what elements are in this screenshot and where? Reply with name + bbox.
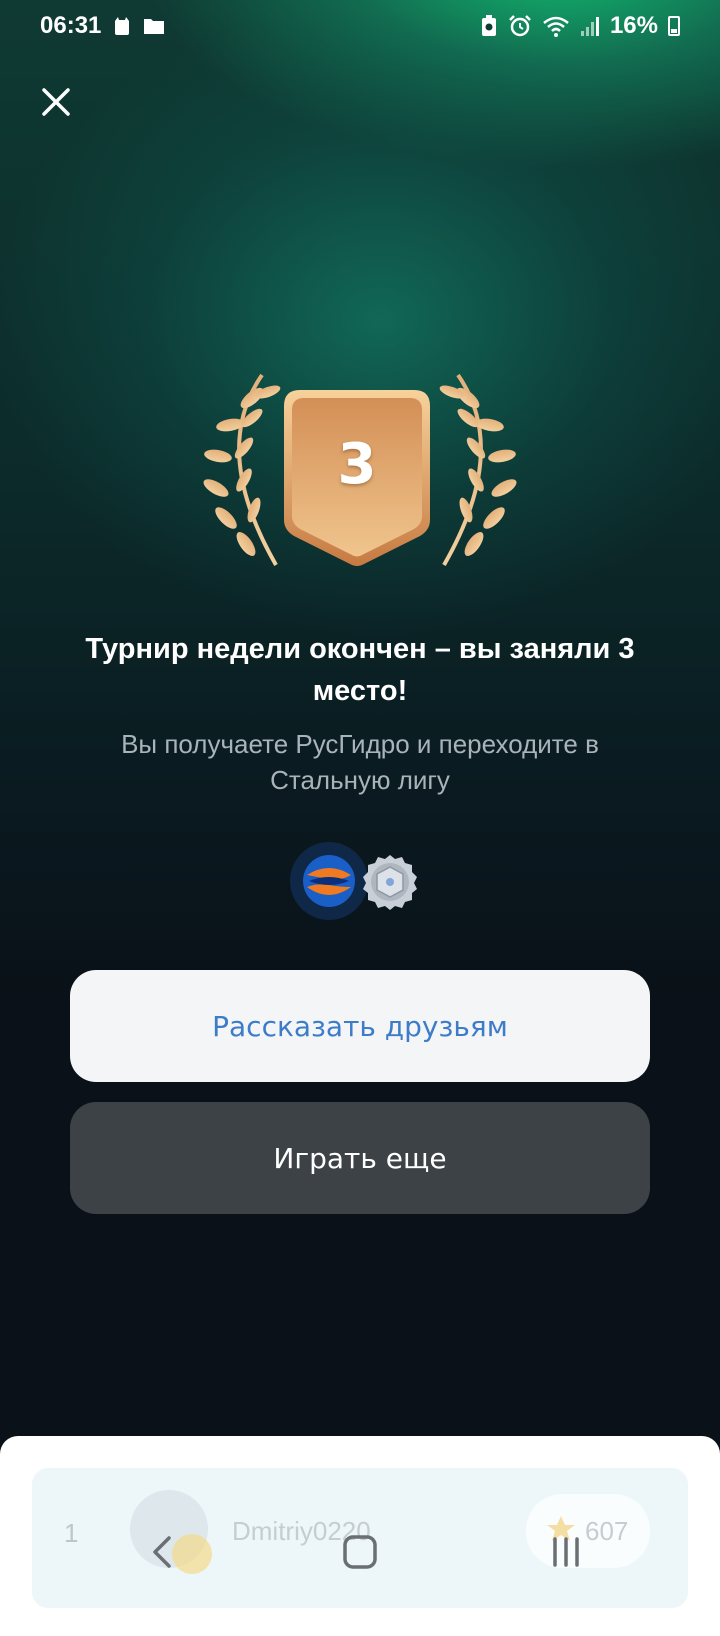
folder-icon — [143, 16, 165, 36]
home-icon — [343, 1535, 377, 1569]
play-again-button[interactable]: Играть еще — [70, 1102, 650, 1214]
nav-back-button[interactable] — [142, 1532, 182, 1572]
alarm-icon — [508, 15, 532, 37]
close-button[interactable] — [36, 82, 76, 122]
nav-home-button[interactable] — [340, 1532, 380, 1572]
recents-icon — [553, 1537, 579, 1567]
background — [0, 0, 720, 1600]
leaderboard-score: 607 — [585, 1516, 629, 1546]
status-time: 06:31 — [40, 12, 102, 39]
battery-icon — [668, 16, 680, 36]
result-title: Турнир недели окончен – вы заняли 3 мест… — [85, 633, 635, 707]
nav-recents-button[interactable] — [546, 1532, 586, 1572]
share-with-friends-button[interactable]: Рассказать друзьям — [70, 970, 650, 1082]
battery-saver-icon — [480, 15, 498, 37]
result-subtitle: Вы получаете РусГидро и переходите в Ста… — [121, 729, 599, 795]
rushydro-logo-icon — [290, 842, 368, 920]
status-bar: 06:31 16% — [0, 0, 720, 52]
notification-app-icon — [111, 15, 133, 37]
signal-icon — [580, 15, 600, 37]
battery-percent: 16% — [609, 12, 658, 39]
wifi-icon — [542, 15, 570, 37]
back-icon — [153, 1536, 171, 1568]
leaderboard-rank: 1 — [64, 1518, 79, 1548]
steel-league-icon — [360, 852, 420, 912]
rank-number: 3 — [337, 432, 377, 497]
close-icon — [42, 88, 70, 116]
